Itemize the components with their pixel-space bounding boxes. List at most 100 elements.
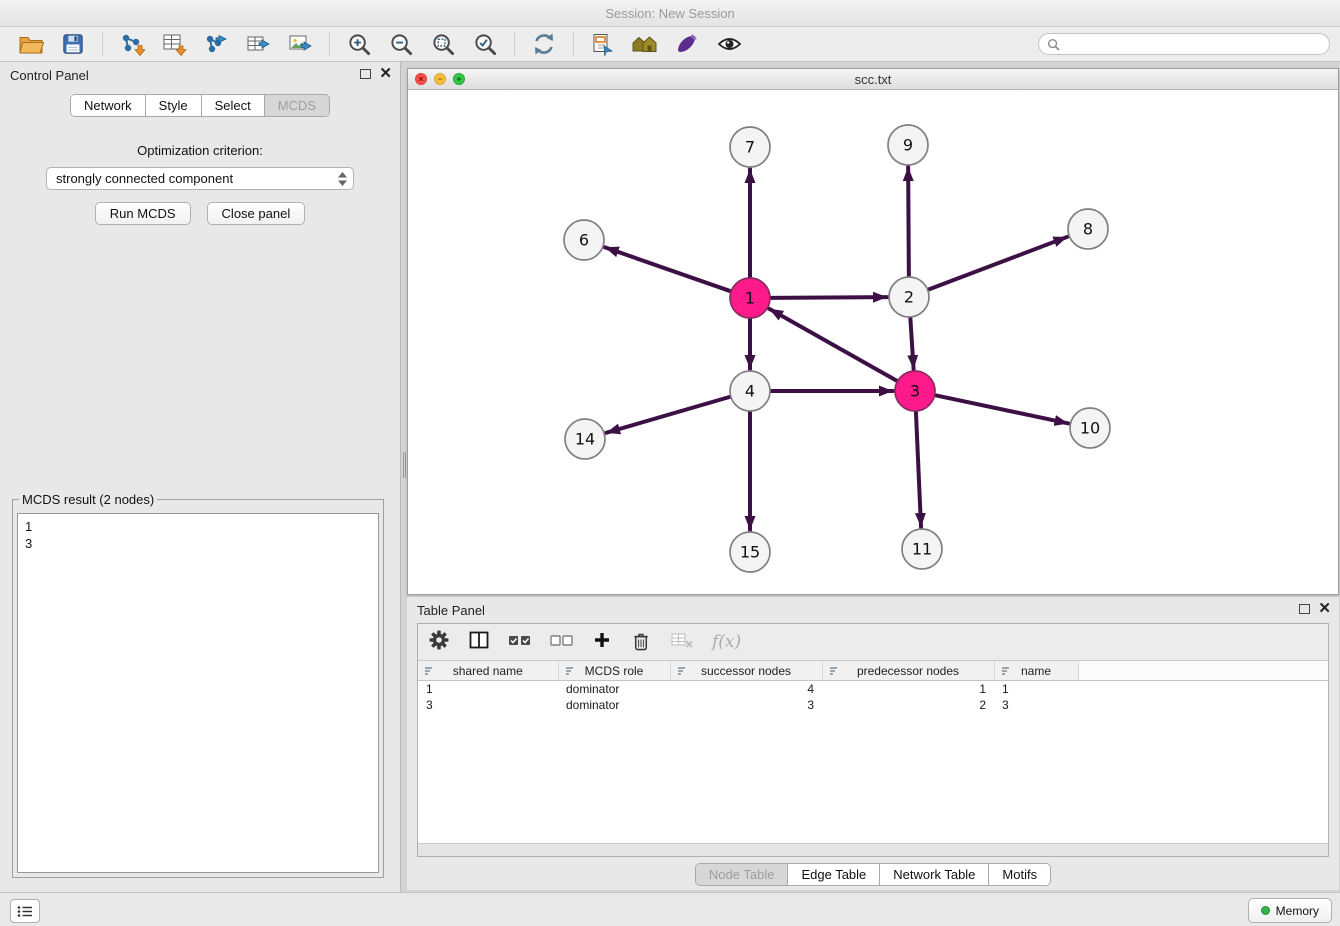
node-6[interactable]: 6 xyxy=(564,220,604,260)
edge-2-3[interactable] xyxy=(910,318,913,369)
function-builder-button[interactable]: f(x) xyxy=(712,632,741,652)
zoom-in-button[interactable] xyxy=(344,30,374,58)
network-canvas[interactable]: 7 9 6 8 1 2 4 3 14 10 15 11 xyxy=(408,90,1338,594)
column-header-predecessor-nodes[interactable]: predecessor nodes xyxy=(822,661,994,681)
style-highlight-button[interactable] xyxy=(672,30,702,58)
node-7[interactable]: 7 xyxy=(730,127,770,167)
new-network-from-selection-button[interactable] xyxy=(588,30,618,58)
deselect-all-columns-button[interactable] xyxy=(550,632,574,653)
delete-table-button[interactable] xyxy=(670,630,694,655)
table-toolbar: f(x) xyxy=(418,624,1328,661)
zoom-out-button[interactable] xyxy=(386,30,416,58)
float-panel-icon[interactable] xyxy=(360,69,371,79)
export-table-button[interactable] xyxy=(243,30,273,58)
save-session-button[interactable] xyxy=(58,30,88,58)
tab-select[interactable]: Select xyxy=(202,95,265,116)
minimize-window-button[interactable]: − xyxy=(434,73,446,85)
search-input[interactable] xyxy=(1065,36,1321,52)
tab-network[interactable]: Network xyxy=(71,95,146,116)
close-table-panel-icon[interactable]: ✕ xyxy=(1318,602,1331,616)
node-4[interactable]: 4 xyxy=(730,371,770,411)
export-image-button[interactable] xyxy=(285,30,315,58)
open-session-button[interactable] xyxy=(16,30,46,58)
tab-edge-table[interactable]: Edge Table xyxy=(788,864,880,885)
cell-name[interactable]: 3 xyxy=(994,697,1078,713)
node-15[interactable]: 15 xyxy=(730,532,770,572)
edge-2-8[interactable] xyxy=(929,237,1068,290)
show-column-panel-button[interactable] xyxy=(468,629,490,656)
edge-1-6[interactable] xyxy=(605,247,730,291)
cell-shared-name[interactable]: 1 xyxy=(418,681,558,698)
node-3[interactable]: 3 xyxy=(895,371,935,411)
edge-1-2[interactable] xyxy=(771,297,887,298)
sort-icon xyxy=(677,666,687,676)
zoom-out-icon xyxy=(389,32,414,57)
import-table-button[interactable] xyxy=(159,30,189,58)
float-table-panel-icon[interactable] xyxy=(1299,604,1310,614)
edge-3-11[interactable] xyxy=(916,412,921,527)
cell-predecessor-nodes[interactable]: 2 xyxy=(822,697,994,713)
run-mcds-button[interactable]: Run MCDS xyxy=(95,202,191,225)
tab-mcds[interactable]: MCDS xyxy=(265,95,329,116)
tab-motifs[interactable]: Motifs xyxy=(989,864,1050,885)
node-11[interactable]: 11 xyxy=(902,529,942,569)
tab-network-table[interactable]: Network Table xyxy=(880,864,989,885)
control-panel: Control Panel ✕ Network Style Select MCD… xyxy=(0,62,401,892)
node-8[interactable]: 8 xyxy=(1068,209,1108,249)
table-row[interactable]: 3 dominator 3 2 3 xyxy=(418,697,1328,713)
home-icons xyxy=(631,31,659,57)
cell-mcds-role[interactable]: dominator xyxy=(558,681,670,698)
zoom-fit-button[interactable] xyxy=(428,30,458,58)
show-graphics-details-button[interactable] xyxy=(714,30,744,58)
node-9[interactable]: 9 xyxy=(888,125,928,165)
cell-shared-name[interactable]: 3 xyxy=(418,697,558,713)
horizontal-scrollbar[interactable] xyxy=(418,843,1328,856)
open-folder-icon xyxy=(18,31,44,57)
first-neighbors-button[interactable] xyxy=(630,30,660,58)
edge-4-14[interactable] xyxy=(606,397,730,433)
export-network-button[interactable] xyxy=(201,30,231,58)
cell-successor-nodes[interactable]: 4 xyxy=(670,681,822,698)
close-window-button[interactable]: × xyxy=(415,73,427,85)
node-14[interactable]: 14 xyxy=(565,419,605,459)
node-2[interactable]: 2 xyxy=(889,277,929,317)
column-header-mcds-role[interactable]: MCDS role xyxy=(558,661,670,681)
node-label-15: 15 xyxy=(740,543,760,562)
optimization-criterion-select[interactable]: strongly connected component xyxy=(46,167,354,190)
cell-mcds-role[interactable]: dominator xyxy=(558,697,670,713)
column-header-successor-nodes[interactable]: successor nodes xyxy=(670,661,822,681)
mcds-result-line: 1 xyxy=(25,518,371,535)
toolbar-search[interactable] xyxy=(1038,33,1330,55)
close-panel-button[interactable]: Close panel xyxy=(207,202,306,225)
memory-button[interactable]: Memory xyxy=(1248,898,1332,923)
edge-3-1[interactable] xyxy=(769,309,897,381)
node-label-10: 10 xyxy=(1080,419,1100,438)
select-all-columns-button[interactable] xyxy=(508,632,532,653)
cell-predecessor-nodes[interactable]: 1 xyxy=(822,681,994,698)
mcds-result-list[interactable]: 1 3 xyxy=(17,513,379,873)
close-panel-icon[interactable]: ✕ xyxy=(379,67,392,81)
column-header-name[interactable]: name xyxy=(994,661,1078,681)
column-header-shared-name[interactable]: shared name xyxy=(418,661,558,681)
table-row[interactable]: 1 dominator 4 1 1 xyxy=(418,681,1328,698)
maximize-window-button[interactable]: + xyxy=(453,73,465,85)
memory-label: Memory xyxy=(1276,904,1319,918)
task-history-button[interactable] xyxy=(10,899,40,923)
stepper-arrows-icon xyxy=(337,171,348,187)
import-network-button[interactable] xyxy=(117,30,147,58)
node-10[interactable]: 10 xyxy=(1070,408,1110,448)
delete-column-button[interactable] xyxy=(630,629,652,656)
cell-name[interactable]: 1 xyxy=(994,681,1078,698)
table-settings-button[interactable] xyxy=(428,629,450,656)
cell-successor-nodes[interactable]: 3 xyxy=(670,697,822,713)
create-column-button[interactable] xyxy=(592,630,612,655)
edge-3-10[interactable] xyxy=(936,395,1069,423)
node-1[interactable]: 1 xyxy=(730,278,770,318)
sort-icon xyxy=(565,666,575,676)
node-label-9: 9 xyxy=(903,136,913,155)
zoom-selected-button[interactable] xyxy=(470,30,500,58)
tab-style[interactable]: Style xyxy=(146,95,202,116)
tab-node-table[interactable]: Node Table xyxy=(696,864,789,885)
apply-preferred-layout-button[interactable] xyxy=(529,30,559,58)
edge-2-9[interactable] xyxy=(908,167,909,276)
